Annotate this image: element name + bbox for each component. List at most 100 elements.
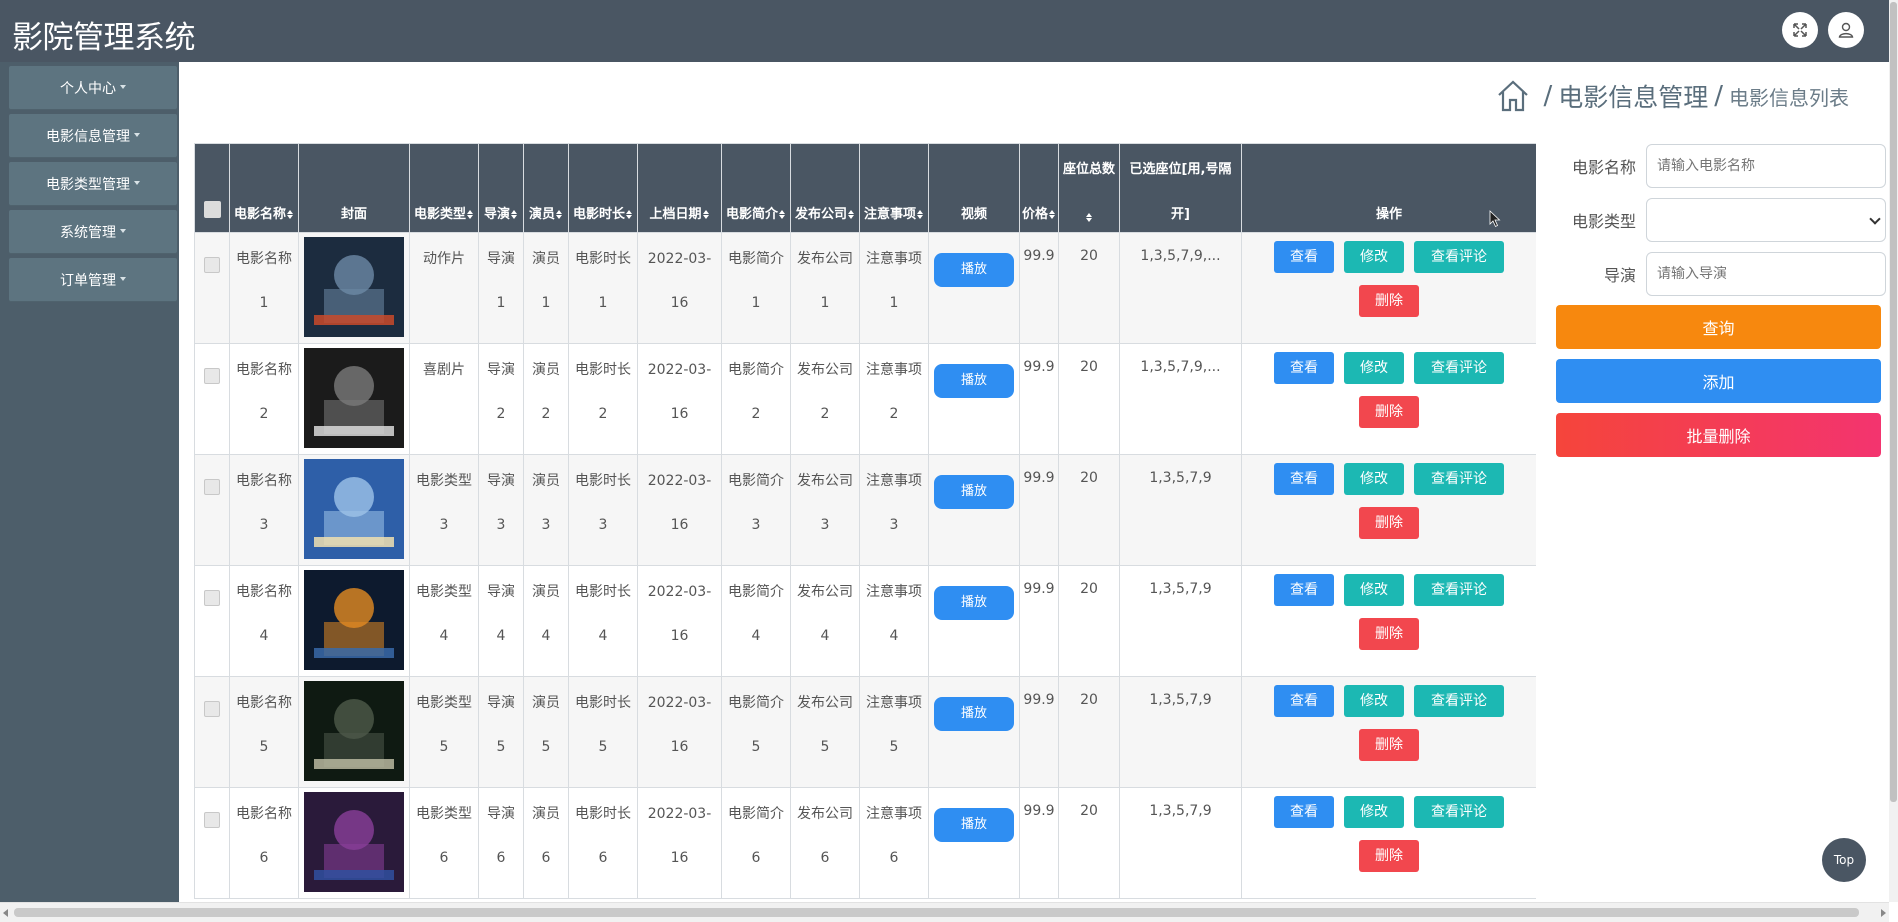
delete-button[interactable]: 删除: [1359, 840, 1419, 872]
view-button[interactable]: 查看: [1274, 241, 1334, 273]
view-button[interactable]: 查看: [1274, 574, 1334, 606]
sort-icon[interactable]: [511, 210, 518, 219]
play-button[interactable]: 播放: [934, 253, 1014, 287]
header-movie-name[interactable]: 电影名称: [229, 143, 299, 233]
movie-poster-image[interactable]: [304, 681, 404, 781]
row-checkbox[interactable]: [204, 368, 220, 384]
header-actor[interactable]: 演员: [523, 143, 569, 233]
vertical-scroll-thumb[interactable]: [1890, 2, 1897, 802]
fullscreen-button[interactable]: [1782, 12, 1818, 48]
sort-icon[interactable]: [556, 210, 563, 219]
cell-intro: 电影简介 4: [721, 565, 791, 677]
view-comments-button[interactable]: 查看评论: [1414, 685, 1504, 717]
home-icon[interactable]: [1495, 78, 1531, 114]
view-button[interactable]: 查看: [1274, 796, 1334, 828]
director-input[interactable]: [1646, 252, 1886, 296]
sidebar-item-movie-info[interactable]: 电影信息管理: [9, 114, 177, 158]
header-movie-type[interactable]: 电影类型: [409, 143, 479, 233]
cell-duration: 电影时长 6: [568, 787, 638, 899]
cell-company: 发布公司 5: [790, 676, 860, 788]
delete-button[interactable]: 删除: [1359, 618, 1419, 650]
sort-icon[interactable]: [467, 210, 474, 219]
header-notice[interactable]: 注意事项: [859, 143, 929, 233]
sidebar-item-orders[interactable]: 订单管理: [9, 258, 177, 302]
delete-button[interactable]: 删除: [1359, 396, 1419, 428]
mouse-cursor-icon: [1489, 210, 1501, 228]
breadcrumb: / 电影信息管理 / 电影信息列表: [1495, 76, 1849, 116]
view-comments-button[interactable]: 查看评论: [1414, 796, 1504, 828]
row-checkbox[interactable]: [204, 701, 220, 717]
edit-button[interactable]: 修改: [1344, 685, 1404, 717]
view-button[interactable]: 查看: [1274, 352, 1334, 384]
movie-name-input[interactable]: [1646, 144, 1886, 188]
sidebar-item-system[interactable]: 系统管理: [9, 210, 177, 254]
row-checkbox[interactable]: [204, 590, 220, 606]
sort-icon[interactable]: [702, 210, 710, 219]
cell-actor: 演员 1: [523, 232, 569, 344]
back-to-top-button[interactable]: Top: [1822, 838, 1866, 882]
sort-icon[interactable]: [1085, 213, 1093, 222]
play-button[interactable]: 播放: [934, 475, 1014, 509]
movie-poster-image[interactable]: [304, 348, 404, 448]
sort-icon[interactable]: [848, 210, 855, 219]
sort-icon[interactable]: [1049, 210, 1056, 219]
movie-poster-image[interactable]: [304, 459, 404, 559]
sidebar-item-movie-type[interactable]: 电影类型管理: [9, 162, 177, 206]
vertical-scrollbar[interactable]: [1889, 0, 1898, 902]
edit-button[interactable]: 修改: [1344, 574, 1404, 606]
delete-button[interactable]: 删除: [1359, 285, 1419, 317]
select-all-header[interactable]: [194, 143, 230, 233]
play-button[interactable]: 播放: [934, 808, 1014, 842]
sidebar-item-label: 订单管理: [60, 273, 116, 289]
edit-button[interactable]: 修改: [1344, 241, 1404, 273]
row-checkbox[interactable]: [204, 257, 220, 273]
cell-director: 导演 3: [478, 454, 524, 566]
view-comments-button[interactable]: 查看评论: [1414, 241, 1504, 273]
horizontal-scroll-thumb[interactable]: [14, 908, 1859, 917]
add-button[interactable]: 添加: [1556, 359, 1881, 403]
header-duration[interactable]: 电影时长: [568, 143, 638, 233]
sort-icon[interactable]: [779, 210, 786, 219]
batch-delete-button[interactable]: 批量删除: [1556, 413, 1881, 457]
play-button[interactable]: 播放: [934, 697, 1014, 731]
breadcrumb-movie-info[interactable]: 电影信息管理: [1558, 78, 1708, 114]
header-release-date[interactable]: 上档日期: [637, 143, 722, 233]
cell-seats-total: 20: [1058, 343, 1120, 455]
scroll-left-icon[interactable]: [3, 909, 8, 917]
header-director[interactable]: 导演: [478, 143, 524, 233]
horizontal-scrollbar[interactable]: [0, 902, 1889, 922]
view-comments-button[interactable]: 查看评论: [1414, 463, 1504, 495]
view-comments-button[interactable]: 查看评论: [1414, 352, 1504, 384]
header-intro[interactable]: 电影简介: [721, 143, 791, 233]
sort-icon[interactable]: [917, 210, 924, 219]
movie-type-select[interactable]: [1646, 198, 1886, 242]
header-price[interactable]: 价格: [1019, 143, 1059, 233]
sort-icon[interactable]: [626, 210, 633, 219]
view-button[interactable]: 查看: [1274, 685, 1334, 717]
header-seats-total[interactable]: 座位总数: [1058, 143, 1120, 233]
row-checkbox[interactable]: [204, 479, 220, 495]
view-comments-button[interactable]: 查看评论: [1414, 574, 1504, 606]
play-button[interactable]: 播放: [934, 364, 1014, 398]
user-button[interactable]: [1828, 12, 1864, 48]
edit-button[interactable]: 修改: [1344, 352, 1404, 384]
cell-director: 导演 4: [478, 565, 524, 677]
header-company[interactable]: 发布公司: [790, 143, 860, 233]
delete-button[interactable]: 删除: [1359, 507, 1419, 539]
edit-button[interactable]: 修改: [1344, 796, 1404, 828]
delete-button[interactable]: 删除: [1359, 729, 1419, 761]
scroll-right-icon[interactable]: [1881, 909, 1886, 917]
movie-poster-image[interactable]: [304, 237, 404, 337]
sort-icon[interactable]: [287, 210, 294, 219]
movie-poster-image[interactable]: [304, 792, 404, 892]
view-button[interactable]: 查看: [1274, 463, 1334, 495]
cell-intro: 电影简介 6: [721, 787, 791, 899]
edit-button[interactable]: 修改: [1344, 463, 1404, 495]
row-checkbox[interactable]: [204, 812, 220, 828]
caret-down-icon: [120, 277, 126, 281]
query-button[interactable]: 查询: [1556, 305, 1881, 349]
select-all-checkbox[interactable]: [203, 201, 221, 218]
sidebar-item-personal-center[interactable]: 个人中心: [9, 66, 177, 110]
movie-poster-image[interactable]: [304, 570, 404, 670]
play-button[interactable]: 播放: [934, 586, 1014, 620]
